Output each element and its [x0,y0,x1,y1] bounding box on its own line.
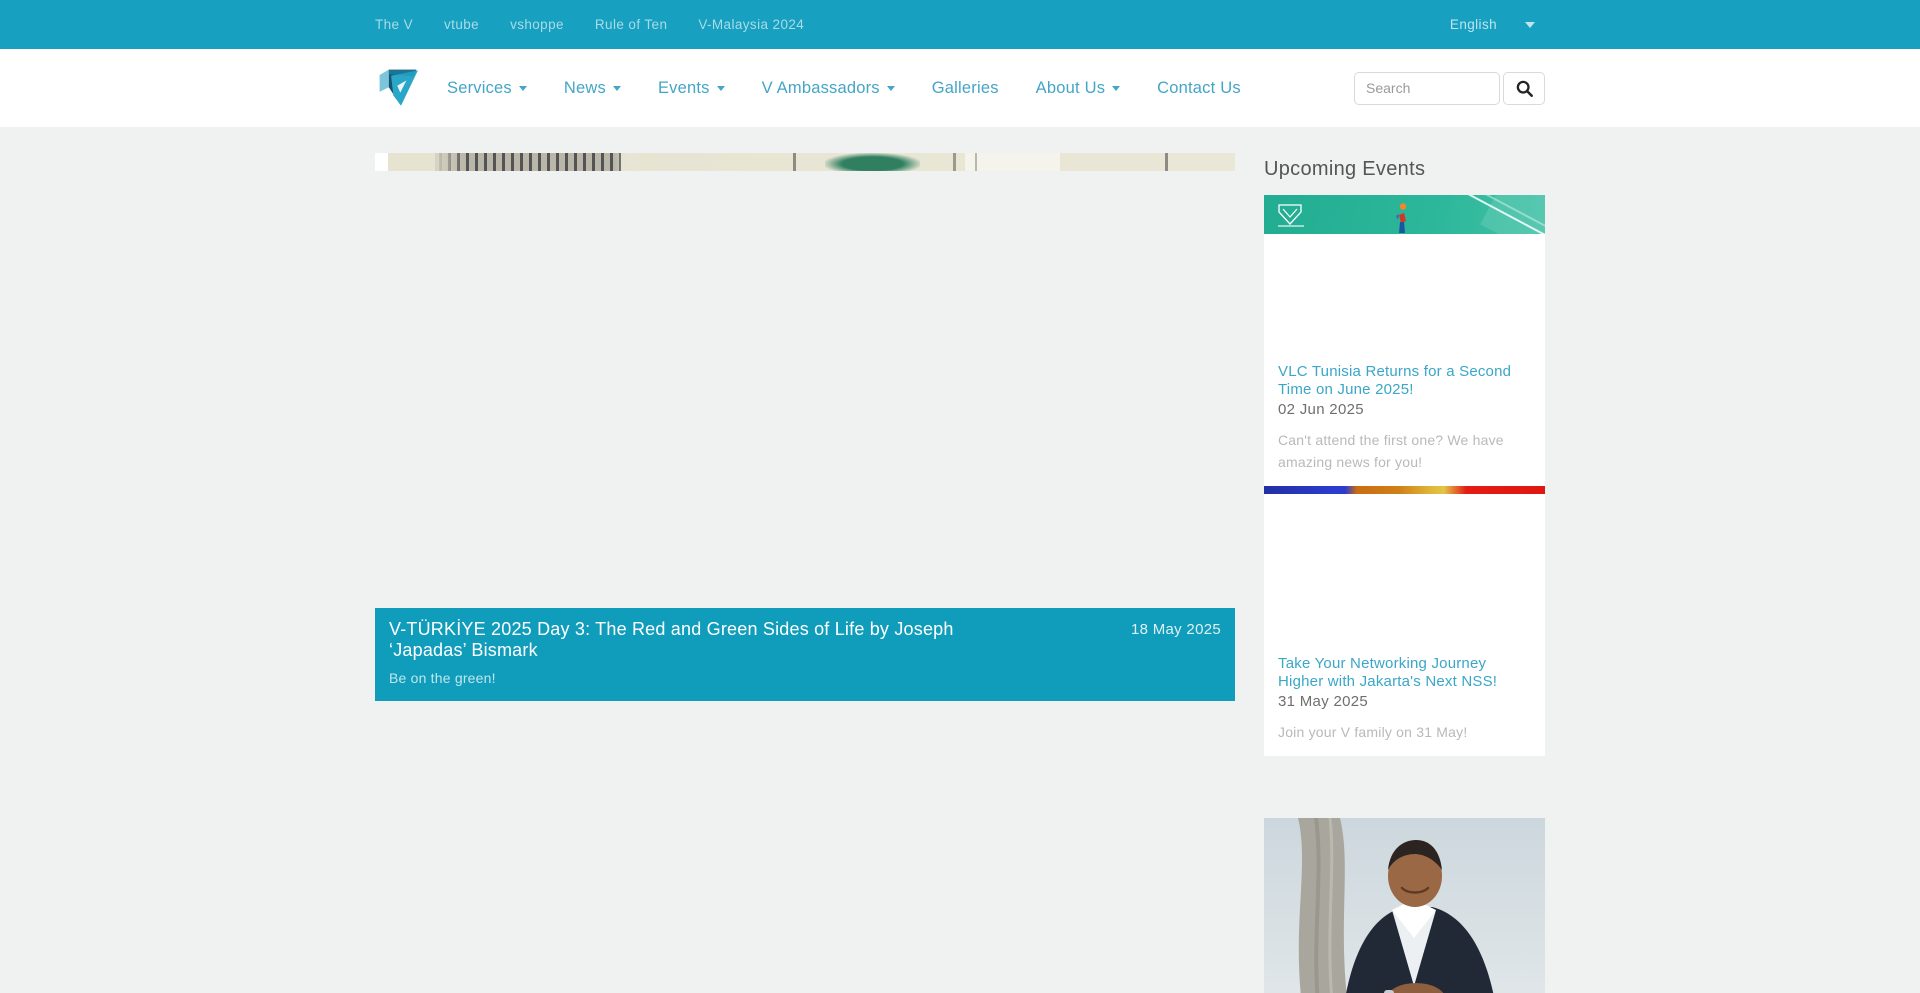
chevron-down-icon [1525,22,1535,28]
link-v-malaysia-2024[interactable]: V-Malaysia 2024 [698,17,804,32]
chevron-down-icon [519,86,527,91]
chevron-down-icon [613,86,621,91]
menu-label: Services [447,79,512,98]
sidebar: Upcoming Events [1264,153,1545,993]
menu-label: About Us [1036,79,1105,98]
link-the-v[interactable]: The V [375,17,413,32]
article-hero-image [375,153,1235,171]
link-vtube[interactable]: vtube [444,17,479,32]
main-navbar: Services News Events V Ambassadors Galle… [0,49,1920,127]
language-label: English [1450,17,1497,32]
menu-label: Contact Us [1157,79,1241,98]
menu-contact-us[interactable]: Contact Us [1157,79,1241,98]
menu-label: V Ambassadors [762,79,880,98]
event-date: 02 Jun 2025 [1278,401,1531,418]
event-thumbnail[interactable] [1264,195,1545,361]
menu-news[interactable]: News [564,79,621,98]
event-date: 31 May 2025 [1278,693,1531,710]
article-title[interactable]: V-TÜRKİYE 2025 Day 3: The Red and Green … [389,619,1034,661]
badminton-player-figure [1386,203,1416,234]
event-description: Join your V family on 31 May! [1278,721,1531,743]
link-rule-of-ten[interactable]: Rule of Ten [595,17,667,32]
menu-v-ambassadors[interactable]: V Ambassadors [762,79,895,98]
main-menu: Services News Events V Ambassadors Galle… [447,79,1241,98]
menu-galleries[interactable]: Galleries [932,79,999,98]
menu-label: News [564,79,606,98]
speaker-photo [1264,818,1545,993]
top-utility-bar: The V vtube vshoppe Rule of Ten V-Malays… [0,0,1920,49]
article-date: 18 May 2025 [1131,621,1221,638]
v-logo[interactable] [375,64,421,112]
event-item: Take Your Networking Journey Higher with… [1264,653,1545,756]
menu-events[interactable]: Events [658,79,725,98]
article-image-unloaded-area [375,171,1235,608]
promo-photo-card[interactable] [1264,818,1545,993]
v-outline-logo-icon [1277,202,1303,226]
chevron-down-icon [1112,86,1120,91]
chevron-down-icon [717,86,725,91]
search-input[interactable] [1354,72,1500,105]
featured-article-card[interactable]: V-TÜRKİYE 2025 Day 3: The Red and Green … [375,153,1235,701]
article-subtitle: Be on the green! [389,670,1221,686]
search-area [1354,72,1545,105]
page-content: V-TÜRKİYE 2025 Day 3: The Red and Green … [0,153,1920,993]
article-banner[interactable]: V-TÜRKİYE 2025 Day 3: The Red and Green … [375,608,1235,701]
event-title-link[interactable]: Take Your Networking Journey Higher with… [1278,655,1531,690]
event-title-link[interactable]: VLC Tunisia Returns for a Second Time on… [1278,363,1531,398]
upcoming-events-list: VLC Tunisia Returns for a Second Time on… [1264,195,1545,756]
language-selector[interactable]: English [1450,17,1545,32]
menu-label: Galleries [932,79,999,98]
chevron-down-icon [887,86,895,91]
search-button[interactable] [1503,72,1545,105]
menu-label: Events [658,79,710,98]
search-icon [1515,79,1534,98]
event-item: VLC Tunisia Returns for a Second Time on… [1264,361,1545,486]
event-thumbnail[interactable] [1264,486,1545,653]
link-vshoppe[interactable]: vshoppe [510,17,564,32]
event-description: Can't attend the first one? We have amaz… [1278,429,1531,473]
upcoming-events-heading: Upcoming Events [1264,158,1545,181]
menu-about-us[interactable]: About Us [1036,79,1120,98]
utility-links: The V vtube vshoppe Rule of Ten V-Malays… [375,17,804,32]
menu-services[interactable]: Services [447,79,527,98]
